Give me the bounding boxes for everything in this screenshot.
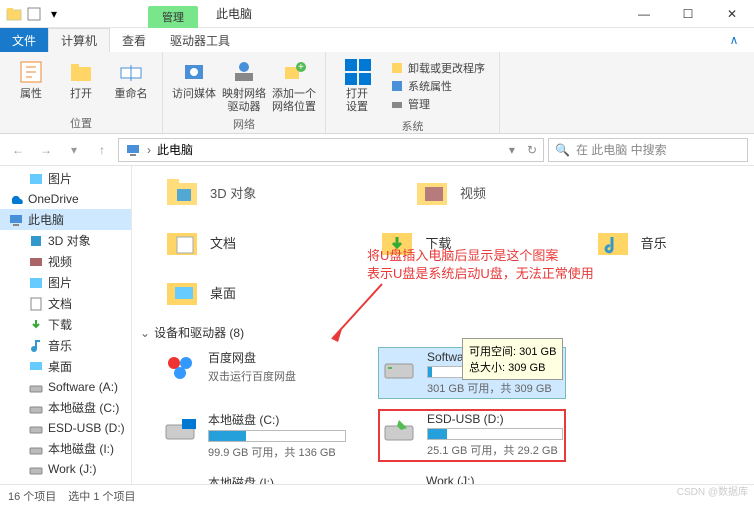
rename-label: 重命名 bbox=[115, 88, 148, 101]
rename-button[interactable]: 重命名 bbox=[108, 56, 154, 113]
divider-icon: ▾ bbox=[46, 6, 62, 22]
titlebar: ▾ 管理 此电脑 — ☐ ✕ bbox=[0, 0, 754, 28]
content-pane: 3D 对象 视频 文档 下载 音乐 桌面 将U盘插入电脑后显示是这个图案 表示U… bbox=[132, 166, 754, 484]
sidebar-item[interactable]: 文档 bbox=[0, 293, 131, 314]
map-drive-button[interactable]: 映射网络 驱动器 bbox=[221, 56, 267, 114]
sidebar-item[interactable]: 视频 bbox=[0, 251, 131, 272]
access-media-label: 访问媒体 bbox=[172, 88, 216, 101]
annotation-arrow bbox=[322, 274, 392, 354]
sidebar-item[interactable]: 此电脑 bbox=[0, 209, 131, 230]
uninstall-button[interactable]: 卸载或更改程序 bbox=[390, 60, 485, 76]
sidebar-item[interactable]: 3D 对象 bbox=[0, 230, 131, 251]
search-icon: 🔍 bbox=[555, 143, 570, 157]
properties-button[interactable]: 属性 bbox=[8, 56, 54, 113]
checkbox-icon[interactable] bbox=[26, 6, 42, 22]
collapse-ribbon-button[interactable]: ∧ bbox=[714, 28, 754, 52]
settings-label: 打开 设置 bbox=[346, 88, 368, 114]
address-bar: ← → ▾ ↑ › 此电脑 ▾ ↻ 🔍 在 此电脑 中搜索 bbox=[0, 134, 754, 166]
folder-desktop[interactable]: 桌面 bbox=[160, 270, 320, 314]
menubar: 文件 计算机 查看 驱动器工具 ∧ bbox=[0, 28, 754, 52]
system-props-button[interactable]: 系统属性 bbox=[390, 78, 485, 94]
drive-local-i[interactable]: 本地磁盘 (I:)296 MB 可用，共 203 GB bbox=[160, 472, 348, 484]
sidebar-item[interactable]: 音乐 bbox=[0, 335, 131, 356]
quick-access-toolbar: ▾ bbox=[0, 6, 68, 22]
open-button[interactable]: 打开 bbox=[58, 56, 104, 113]
sidebar-item[interactable]: 下载 bbox=[0, 314, 131, 335]
tab-view[interactable]: 查看 bbox=[110, 28, 158, 52]
ribbon-group-system: 系统 bbox=[334, 116, 491, 134]
chevron-down-icon: ⌄ bbox=[140, 326, 150, 340]
ribbon-group-network: 网络 bbox=[171, 114, 317, 132]
svg-text:+: + bbox=[298, 62, 304, 73]
ribbon: 属性 打开 重命名 位置 访问媒体 映射网络 驱动器 + 添加一个 网络位置 网络… bbox=[0, 52, 754, 134]
folder-music[interactable]: 音乐 bbox=[591, 220, 746, 264]
folder-docs[interactable]: 文档 bbox=[160, 220, 315, 264]
search-input[interactable]: 🔍 在 此电脑 中搜索 bbox=[548, 138, 748, 162]
add-network-button[interactable]: + 添加一个 网络位置 bbox=[271, 56, 317, 114]
recent-button[interactable]: ▾ bbox=[62, 138, 86, 162]
nav-tree[interactable]: 图片OneDrive此电脑3D 对象视频图片文档下载音乐桌面Software (… bbox=[0, 166, 132, 484]
refresh-button[interactable]: ↻ bbox=[527, 143, 537, 157]
access-media-button[interactable]: 访问媒体 bbox=[171, 56, 217, 114]
forward-button[interactable]: → bbox=[34, 138, 58, 162]
map-drive-label: 映射网络 驱动器 bbox=[222, 88, 266, 114]
sidebar-item[interactable]: OneDrive bbox=[0, 189, 131, 209]
folder-icon bbox=[6, 6, 22, 22]
tab-computer[interactable]: 计算机 bbox=[48, 28, 110, 52]
back-button[interactable]: ← bbox=[6, 138, 30, 162]
tab-drive-tools[interactable]: 驱动器工具 bbox=[158, 28, 242, 52]
statusbar: 16 个项目 选中 1 个项目 bbox=[0, 484, 754, 506]
manage-button[interactable]: 管理 bbox=[390, 96, 485, 112]
sidebar-item[interactable]: 图片 bbox=[0, 168, 131, 189]
context-tab-manage[interactable]: 管理 bbox=[148, 6, 198, 28]
sidebar-item[interactable]: 本地磁盘 (I:) bbox=[0, 438, 131, 459]
drive-tooltip: 可用空间: 301 GB 总大小: 309 GB bbox=[462, 338, 563, 380]
up-button[interactable]: ↑ bbox=[90, 138, 114, 162]
file-tab[interactable]: 文件 bbox=[0, 28, 48, 52]
ribbon-group-location: 位置 bbox=[8, 113, 154, 131]
close-button[interactable]: ✕ bbox=[710, 1, 754, 27]
open-label: 打开 bbox=[70, 88, 92, 101]
maximize-button[interactable]: ☐ bbox=[666, 1, 710, 27]
window-title: 此电脑 bbox=[216, 5, 252, 22]
sidebar-item[interactable]: ESD-USB (D:) bbox=[0, 418, 131, 438]
pc-icon bbox=[125, 142, 141, 158]
address-input[interactable]: › 此电脑 ▾ ↻ bbox=[118, 138, 544, 162]
sidebar-item[interactable]: Work (J:) bbox=[0, 459, 131, 479]
breadcrumb[interactable]: 此电脑 bbox=[157, 141, 193, 158]
sidebar-item[interactable]: 图片 bbox=[0, 272, 131, 293]
sidebar-item[interactable]: Study (K:) bbox=[0, 479, 131, 484]
drive-work-j[interactable]: Work (J:)296 MB 可用，共 805 MB bbox=[378, 472, 566, 484]
sidebar-item[interactable]: 本地磁盘 (C:) bbox=[0, 397, 131, 418]
sidebar-item[interactable]: Software (A:) bbox=[0, 377, 131, 397]
minimize-button[interactable]: — bbox=[622, 1, 666, 27]
folder-video[interactable]: 视频 bbox=[410, 170, 570, 214]
annotation-text: 将U盘插入电脑后显示是这个图案 表示U盘是系统启动U盘，无法正常使用 bbox=[367, 247, 594, 283]
drive-esd-usb-d[interactable]: ESD-USB (D:)25.1 GB 可用，共 29.2 GB bbox=[378, 409, 566, 462]
selection-count: 选中 1 个项目 bbox=[68, 488, 135, 504]
item-count: 16 个项目 bbox=[8, 488, 56, 504]
add-network-label: 添加一个 网络位置 bbox=[272, 88, 316, 114]
watermark: CSDN @数据库 bbox=[677, 483, 748, 498]
sidebar-item[interactable]: 桌面 bbox=[0, 356, 131, 377]
baidu-netdisk[interactable]: 百度网盘双击运行百度网盘 bbox=[160, 347, 348, 399]
folder-3d[interactable]: 3D 对象 bbox=[160, 170, 320, 214]
properties-label: 属性 bbox=[20, 88, 42, 101]
open-settings-button[interactable]: 打开 设置 bbox=[334, 56, 380, 116]
drive-local-c[interactable]: 本地磁盘 (C:)99.9 GB 可用，共 136 GB bbox=[160, 409, 348, 462]
section-drives[interactable]: ⌄设备和驱动器 (8) bbox=[140, 324, 746, 341]
